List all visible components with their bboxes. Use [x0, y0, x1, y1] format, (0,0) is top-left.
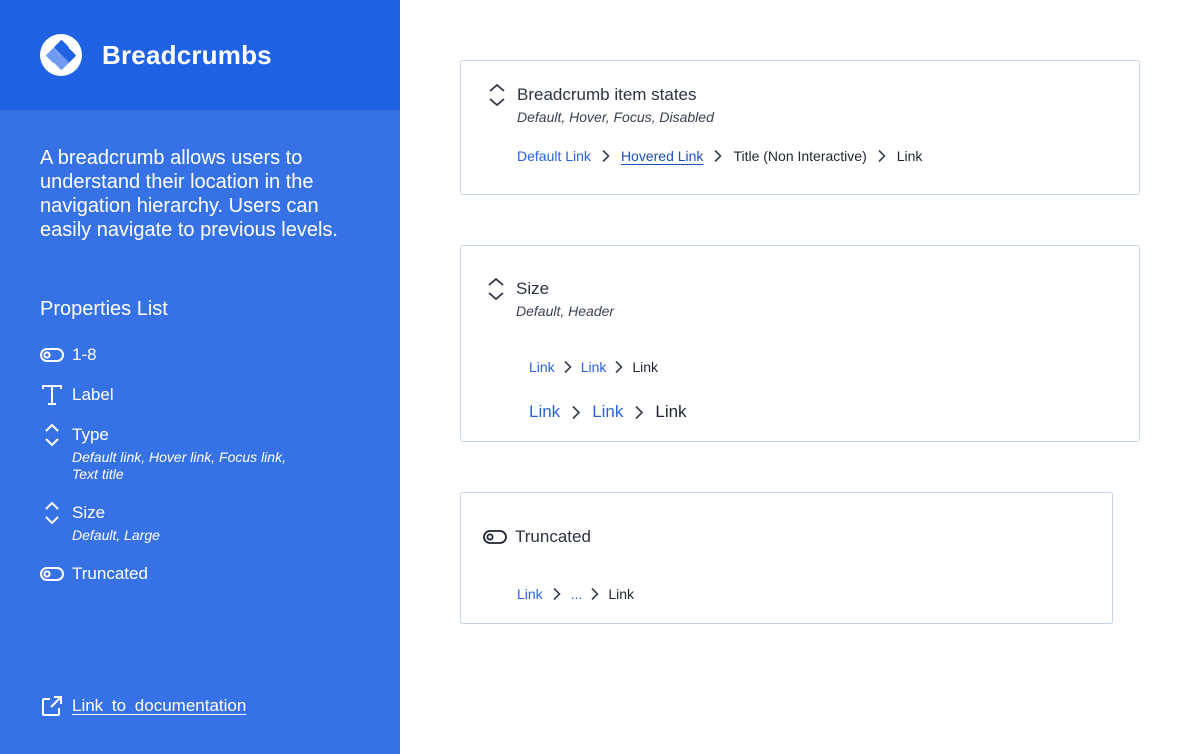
breadcrumb-link[interactable]: Link — [517, 586, 543, 602]
property-type: Type Default link, Hover link, Focus lin… — [40, 423, 312, 483]
chevron-up-down-icon — [485, 83, 509, 107]
breadcrumb-current: Link — [655, 402, 687, 421]
breadcrumb-truncated: Link ... Link — [517, 586, 634, 602]
toggle-icon — [40, 562, 64, 586]
card-header: Truncated — [483, 525, 591, 549]
documentation-link[interactable]: Link to documentation — [40, 694, 246, 718]
breadcrumb-title: Title (Non Interactive) — [733, 148, 867, 164]
chevron-right-icon — [560, 405, 592, 420]
properties-heading: Properties List — [40, 298, 168, 320]
card-title: Breadcrumb item states — [517, 85, 697, 104]
breadcrumb-default-size: Link Link Link — [529, 359, 658, 375]
text-icon — [40, 383, 64, 407]
property-label-item: Label — [40, 383, 114, 407]
component-description: A breadcrumb allows users to understand … — [40, 147, 338, 241]
property-values: Default link, Hover link, Focus link, Te… — [72, 449, 286, 482]
sidebar-header: Breadcrumbs — [0, 0, 400, 110]
breadcrumb-header-size: Link Link Link — [529, 402, 687, 422]
breadcrumb-current: Link — [896, 148, 923, 164]
page-title: Breadcrumbs — [102, 39, 272, 70]
card-item-states: Breadcrumb item states Default, Hover, F… — [460, 60, 1140, 195]
chevron-right-icon — [623, 405, 655, 420]
property-truncated: Truncated — [40, 562, 148, 586]
card-subtitle: Default, Header — [516, 303, 615, 319]
card-header: Breadcrumb item states Default, Hover, F… — [485, 83, 714, 125]
chevron-right-icon — [606, 360, 632, 374]
toggle-icon — [483, 525, 507, 549]
external-link-icon — [40, 694, 64, 718]
property-label: 1-8 — [72, 345, 97, 364]
property-item-count: 1-8 — [40, 343, 97, 367]
card-header: Size Default, Header — [484, 277, 614, 319]
property-size: Size Default, Large — [40, 501, 312, 544]
breadcrumb-link[interactable]: Link — [529, 359, 555, 375]
breadcrumb-default-link[interactable]: Default Link — [517, 148, 591, 164]
sidebar: Breadcrumbs A breadcrumb allows users to… — [0, 0, 400, 754]
chevron-up-down-icon — [484, 277, 508, 301]
chevron-right-icon — [591, 149, 621, 163]
property-label: Truncated — [72, 564, 148, 583]
chevron-right-icon — [543, 587, 571, 601]
breadcrumb-current: Link — [608, 586, 635, 602]
breadcrumb: Default Link Hovered Link Title (Non Int… — [517, 148, 922, 164]
property-label: Type — [72, 425, 109, 444]
card-title: Truncated — [515, 527, 591, 546]
chevron-up-down-icon — [40, 423, 64, 447]
card-subtitle: Default, Hover, Focus, Disabled — [517, 109, 714, 125]
card-size: Size Default, Header Link Link Link Link… — [460, 245, 1140, 442]
chevron-right-icon — [867, 149, 897, 163]
property-label: Size — [72, 503, 106, 522]
card-truncated: Truncated Link ... Link — [460, 492, 1113, 624]
property-values: Default, Large — [72, 527, 160, 543]
chevron-right-icon — [703, 149, 733, 163]
breadcrumb-hovered-link[interactable]: Hovered Link — [621, 148, 704, 164]
logo-icon — [40, 34, 82, 76]
chevron-right-icon — [555, 360, 581, 374]
chevron-right-icon — [582, 587, 608, 601]
property-label: Label — [72, 385, 114, 404]
breadcrumb-ellipsis[interactable]: ... — [571, 586, 583, 602]
documentation-link-label: Link to documentation — [72, 696, 247, 715]
breadcrumb-current: Link — [632, 359, 659, 375]
breadcrumb-link[interactable]: Link — [529, 402, 560, 422]
toggle-icon — [40, 343, 64, 367]
breadcrumb-link[interactable]: Link — [581, 359, 607, 375]
chevron-up-down-icon — [40, 501, 64, 525]
card-title: Size — [516, 279, 550, 298]
breadcrumb-link[interactable]: Link — [592, 402, 623, 422]
